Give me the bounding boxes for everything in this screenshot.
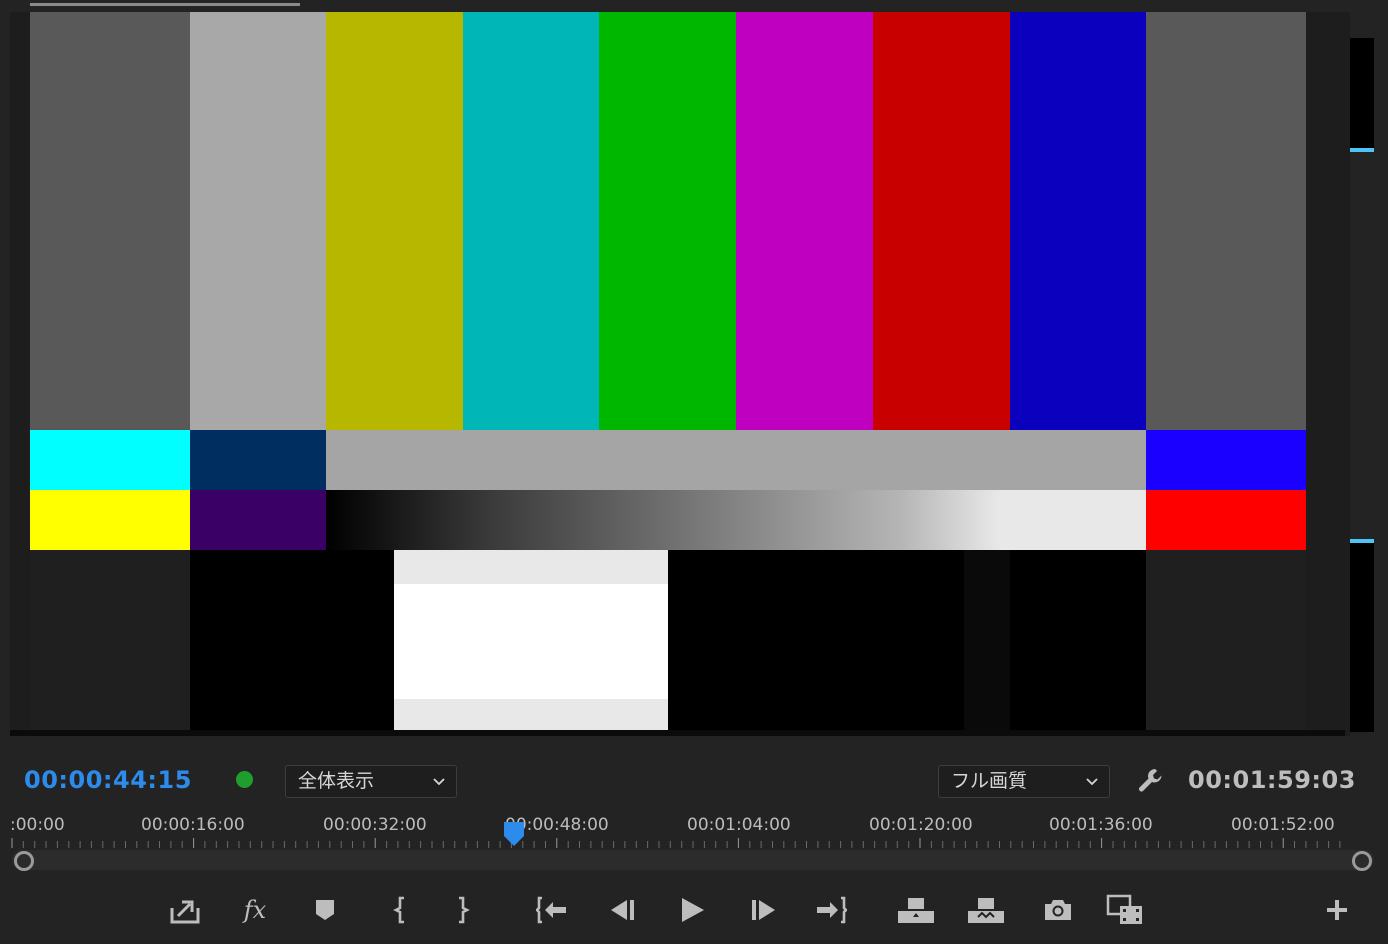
button-editor-button[interactable] (1317, 890, 1357, 930)
bar-bottom-black-3 (1010, 550, 1146, 730)
bar-row3-red (1146, 490, 1306, 550)
mark-out-button[interactable] (443, 890, 483, 930)
playback-resolution-label: フル画質 (951, 770, 1028, 792)
ruler-label: 00:00:16:00 (141, 815, 245, 835)
bar-bottom-black-2 (668, 550, 964, 730)
bar-bottom-white-core (394, 584, 668, 699)
bar-light-gray (190, 12, 326, 430)
export-frame-button[interactable] (165, 890, 205, 930)
plus-icon (1327, 900, 1347, 920)
smpte-color-bars (30, 12, 1306, 730)
status-indicator (236, 771, 253, 788)
scrollbar-handle-right[interactable] (1352, 851, 1372, 871)
bar-yellow (326, 12, 463, 430)
go-to-in-button[interactable] (533, 890, 573, 930)
playhead-icon[interactable] (502, 820, 526, 848)
current-timecode[interactable]: 00:00:44:15 (24, 766, 192, 794)
bar-row3-purple (190, 490, 326, 550)
ruler-label: 00:01:36:00 (1049, 815, 1153, 835)
bar-bottom-pluge (964, 550, 1010, 730)
step-back-icon (611, 900, 634, 920)
ruler-label: :00:00 (10, 815, 65, 835)
bar-row2-cyan (30, 430, 190, 490)
bar-gray-right (1146, 12, 1306, 430)
time-ruler-ticks[interactable] (10, 838, 1348, 848)
bar-bottom-darkgray-left (30, 550, 190, 730)
mark-out-icon (459, 896, 470, 924)
fx-button[interactable]: fx (235, 890, 275, 930)
wrench-icon[interactable] (1136, 766, 1166, 796)
export-frame-icon (170, 900, 200, 924)
play-icon (682, 898, 704, 922)
monitor-edge (10, 730, 1345, 736)
camera-icon (1045, 900, 1071, 920)
chevron-down-icon (433, 778, 445, 786)
audio-meter-peak-top (1350, 148, 1374, 152)
go-to-out-icon (817, 896, 847, 924)
mark-in-button[interactable] (380, 890, 420, 930)
lift-button[interactable] (896, 890, 936, 930)
bar-row2-blue (1146, 430, 1306, 490)
bar-red (873, 12, 1010, 430)
ruler-label: 00:01:04:00 (687, 815, 791, 835)
chevron-down-icon (1086, 778, 1098, 786)
step-forward-icon (752, 900, 775, 920)
ruler-label: 00:00:32:00 (323, 815, 427, 835)
panel-tab-indicator (30, 3, 300, 6)
scrollbar-handle-left[interactable] (14, 851, 34, 871)
extract-button[interactable] (966, 890, 1006, 930)
duration-timecode: 00:01:59:03 (1188, 766, 1356, 794)
mark-in-icon (393, 896, 404, 924)
bar-blue (1010, 12, 1146, 430)
bar-gray-left (30, 12, 190, 430)
marker-icon (316, 900, 334, 920)
bar-row3-gradient (326, 490, 1146, 550)
ruler-label: 00:01:20:00 (869, 815, 973, 835)
step-forward-button[interactable] (744, 890, 784, 930)
comparison-view-button[interactable] (1106, 890, 1146, 930)
go-to-out-button[interactable] (810, 890, 850, 930)
zoom-level-dropdown[interactable]: 全体表示 (285, 765, 457, 798)
export-frame-camera-button[interactable] (1038, 890, 1078, 930)
add-marker-button[interactable] (305, 890, 345, 930)
zoom-level-label: 全体表示 (298, 770, 375, 792)
comparison-view-icon (1106, 894, 1142, 924)
bar-green (599, 12, 736, 430)
ruler-label: 00:01:52:00 (1231, 815, 1335, 835)
bar-bottom-darkgray-right (1146, 550, 1306, 730)
audio-meter-bottom (1350, 540, 1374, 732)
go-to-in-icon (536, 896, 566, 924)
bar-magenta (736, 12, 873, 430)
audio-meter-top (1350, 38, 1374, 150)
fx-icon: fx (243, 896, 267, 924)
bar-row2-navy (190, 430, 326, 490)
extract-icon (968, 898, 1004, 923)
playback-resolution-dropdown[interactable]: フル画質 (938, 765, 1110, 798)
bar-row2-gray (326, 430, 1146, 490)
play-button[interactable] (672, 890, 712, 930)
audio-meter-peak-bottom (1350, 539, 1374, 543)
zoom-scrollbar[interactable] (12, 850, 1374, 870)
lift-icon (898, 898, 934, 923)
bar-cyan (463, 12, 599, 430)
bar-bottom-black-1 (190, 550, 394, 730)
bar-row3-yellow (30, 490, 190, 550)
step-back-button[interactable] (602, 890, 642, 930)
